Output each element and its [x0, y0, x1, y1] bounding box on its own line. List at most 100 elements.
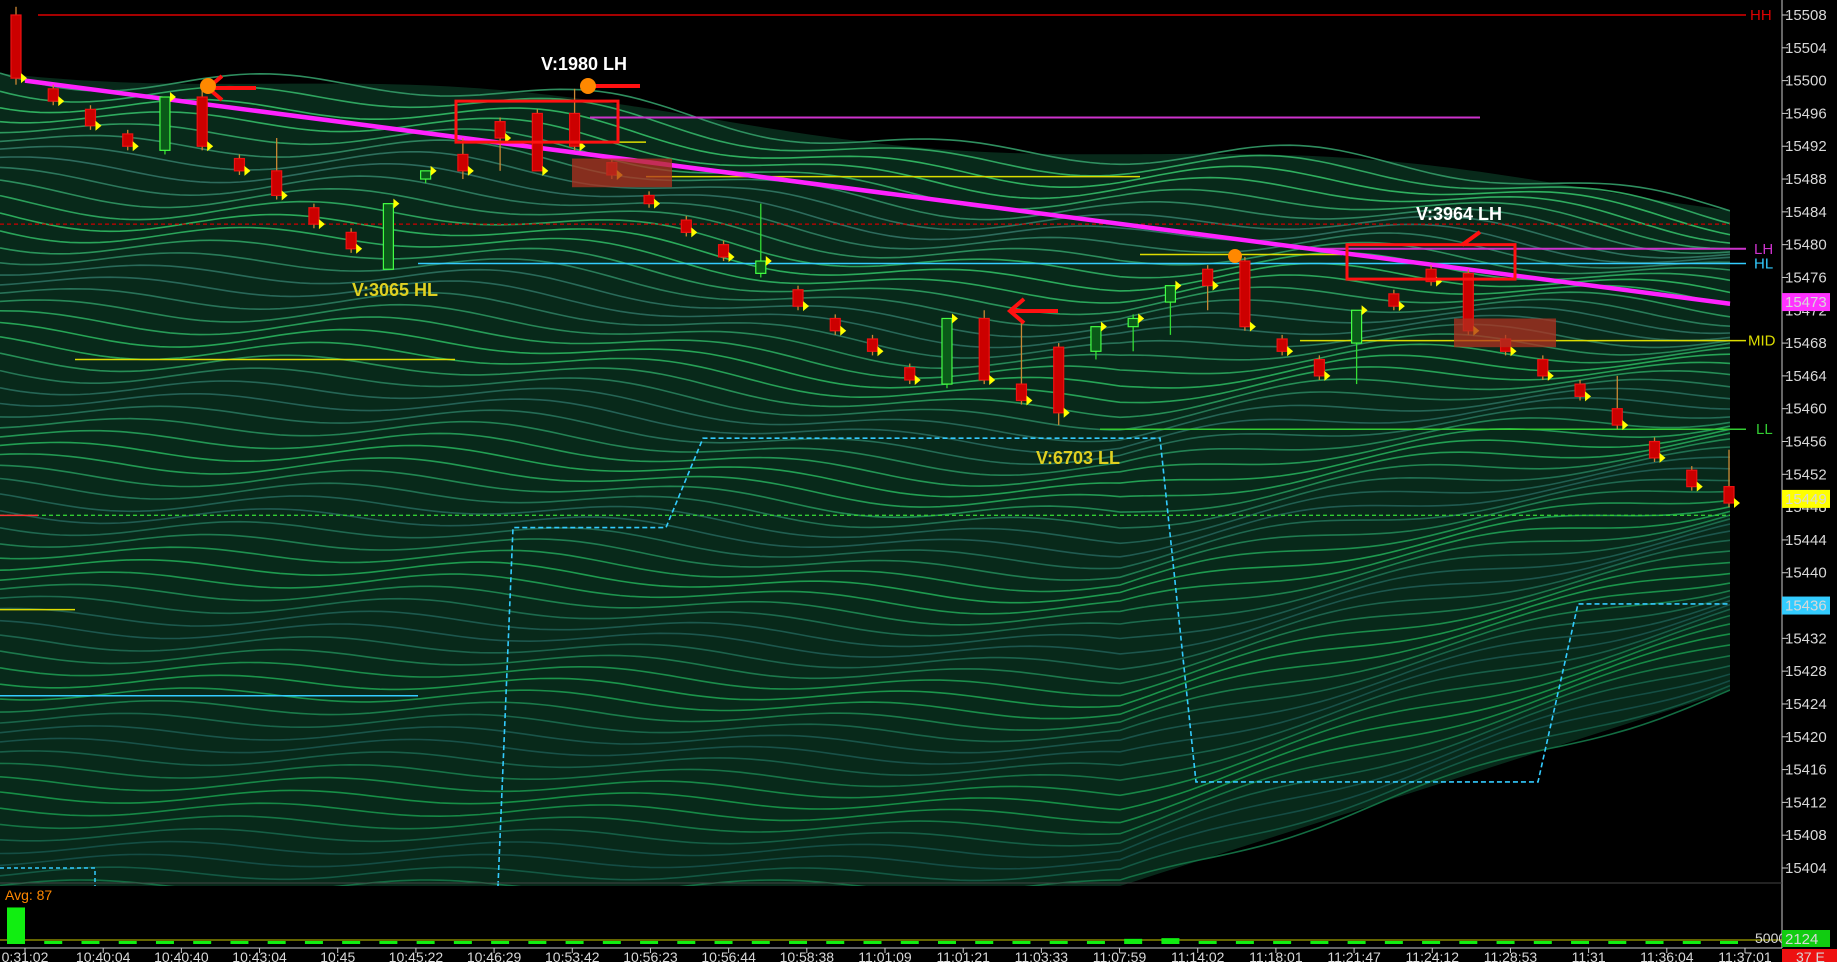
price-tag: 15436 [1782, 596, 1830, 615]
volume-bar [602, 941, 621, 944]
candle-body [1276, 338, 1288, 352]
y-tick-label: 15464 [1785, 368, 1827, 385]
volume-bar [937, 941, 956, 944]
price-axis[interactable]: 15508 15504 15500 15496 15492 15488 15484 15480… [1781, 0, 1837, 948]
candle-body [47, 88, 59, 102]
x-tick-label: 10:45 [320, 949, 355, 962]
volume-bar [640, 941, 659, 944]
y-tick-label: 15456 [1785, 434, 1827, 451]
volume-bar [453, 941, 472, 944]
candle-body [1090, 326, 1102, 352]
x-tick-label: 10:43:04 [232, 949, 287, 962]
y-tick-label: 15420 [1785, 729, 1827, 746]
candle-body [122, 133, 134, 147]
y-tick-label: 15484 [1785, 204, 1827, 221]
supply-zone [1454, 318, 1556, 348]
candle-body [420, 170, 432, 180]
volume-bar [565, 941, 584, 944]
volume-panel: Avg: 87 50002124 [0, 882, 1830, 948]
volume-bar [863, 941, 882, 944]
volume-annotation: V:6703 LL [1036, 448, 1120, 468]
candle-body [494, 121, 506, 139]
candle-body [1127, 317, 1139, 328]
y-tick-label: 15424 [1785, 696, 1827, 713]
footer-tag-label: 37 E [1796, 949, 1825, 962]
volume-bar [230, 941, 249, 944]
price-tag-label: 15436 [1785, 598, 1827, 615]
volume-bar [1422, 941, 1441, 944]
x-tick-label: 11:18:01 [1249, 949, 1303, 962]
chart-window: HH LH HL MID LL V:1980 LH V:3065 HL V:6703 LL V… [0, 0, 1837, 962]
candle-body [271, 170, 283, 197]
y-tick-label: 15500 [1785, 73, 1827, 90]
x-tick-label: 0:31:02 [2, 949, 49, 962]
x-tick-label: 10:58:38 [780, 949, 835, 962]
x-tick-label: 11:03:33 [1015, 949, 1069, 962]
hl-label: HL [1754, 256, 1773, 273]
x-tick-label: 10:45:22 [389, 949, 444, 962]
candle-body [345, 231, 357, 250]
y-tick-label: 15468 [1785, 335, 1827, 352]
candle-body [904, 367, 916, 381]
x-tick-label: 11:24:12 [1406, 949, 1460, 962]
candle-body [1239, 260, 1251, 328]
volume-bar [1682, 941, 1701, 944]
candle-body [1388, 293, 1400, 307]
y-tick-label: 15504 [1785, 40, 1827, 57]
volume-bar [118, 941, 137, 944]
candle-body [196, 96, 208, 147]
volume-annotation: V:3065 HL [352, 280, 438, 300]
x-tick-label: 10:56:44 [701, 949, 756, 962]
pivot-dot [1228, 249, 1242, 263]
candle-body [717, 244, 730, 258]
volume-bar [900, 941, 919, 944]
x-tick-label: 11:37:01 [1718, 949, 1772, 962]
x-tick-label: 10:46:29 [467, 949, 522, 962]
y-tick-label: 15476 [1785, 269, 1827, 286]
candle-body [1648, 440, 1661, 459]
volume-bar [267, 941, 286, 944]
x-tick-label: 10:40:40 [154, 949, 209, 962]
candle-body [84, 108, 97, 127]
volume-bar [416, 941, 435, 944]
candle-body [1537, 358, 1549, 377]
candle-body [457, 153, 469, 172]
candle-body [941, 317, 953, 385]
y-tick-label: 15496 [1785, 105, 1827, 122]
y-tick-label: 15492 [1785, 138, 1827, 155]
volume-bar [1571, 941, 1590, 944]
volume-bar [304, 941, 323, 944]
time-axis[interactable]: 0:31:02 10:40:04 10:40:40 10:43:04 10:45 10:4… [0, 947, 1837, 962]
y-tick-label: 15428 [1785, 663, 1827, 680]
volume-bar [1235, 941, 1254, 944]
volume-bar [7, 907, 25, 944]
x-tick-label: 11:14:02 [1171, 949, 1225, 962]
volume-bar [1384, 941, 1403, 944]
candle-body [643, 194, 655, 205]
candle-body [308, 207, 320, 225]
volume-bar [491, 941, 510, 944]
volume-bar [1310, 941, 1329, 944]
volume-bar [44, 941, 63, 944]
volume-scale-label: 5000 [1755, 930, 1786, 946]
candle-body [1686, 469, 1698, 488]
price-tag-label: 15473 [1785, 294, 1827, 311]
close-marker [1734, 498, 1740, 509]
y-tick-label: 15480 [1785, 237, 1827, 254]
y-tick-label: 15404 [1785, 860, 1827, 877]
candlestick-chart[interactable]: HHLHHLMIDLL V:1980 LHV:3065 HLV:6703 LLV… [0, 0, 1837, 962]
candle-body [1164, 285, 1177, 303]
price-tag: 15449 [1782, 489, 1830, 508]
x-tick-label: 11:07:59 [1093, 949, 1147, 962]
hh-label: HH [1750, 7, 1772, 24]
volume-last-label: 2124 [1785, 931, 1818, 948]
candle-body [978, 317, 990, 381]
volume-scale-tag: 5000 [1755, 930, 1786, 946]
candle-body [680, 219, 692, 233]
volume-annotation: V:3964 LH [1416, 204, 1502, 224]
volume-bar [1533, 941, 1552, 944]
y-tick-label: 15408 [1785, 827, 1827, 844]
volume-bar [751, 941, 770, 944]
volume-bar [1273, 941, 1292, 944]
x-tick-label: 10:40:04 [76, 949, 131, 962]
